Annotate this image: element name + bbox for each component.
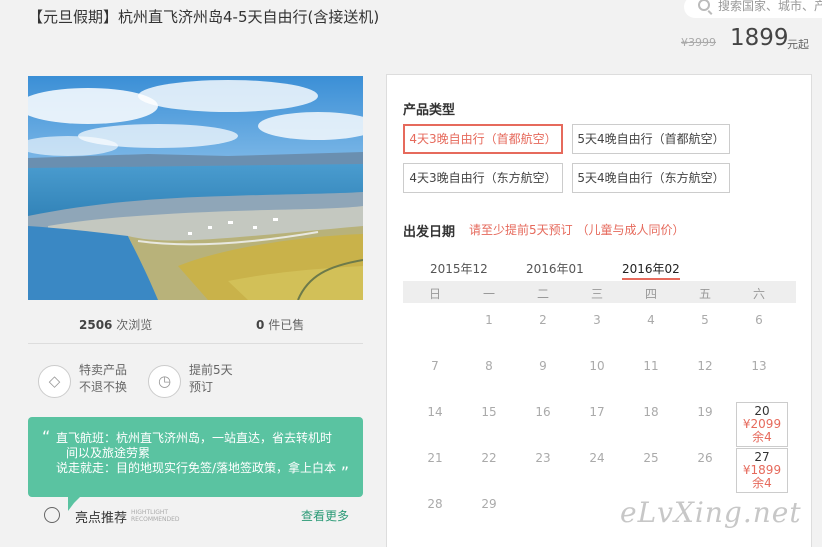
feature-line: 不退不换 xyxy=(79,380,128,394)
weekday-label: 日 xyxy=(428,287,441,301)
highlight-line: 直飞航班：杭州直飞济州岛，一站直达，省去转机时 xyxy=(56,431,333,445)
calendar-day: 24 xyxy=(589,451,605,465)
calendar-day: 26 xyxy=(697,451,713,465)
calendar-day: 19 xyxy=(697,405,713,419)
weekday-label: 六 xyxy=(752,287,765,301)
calendar-day: 29 xyxy=(481,497,497,511)
tab-month-2016-02[interactable]: 2016年02 xyxy=(622,260,680,284)
tag-icon: ◇ xyxy=(38,365,71,398)
highlight-label-en: HIGHTLIGHT RECOMMENDED xyxy=(131,509,180,523)
sold-stat: 0 件已售 xyxy=(256,316,304,333)
product-title: 【元旦假期】杭州直飞济州岛4-5天自由行(含接送机) xyxy=(28,8,380,26)
watermark: eLvXing.net xyxy=(620,496,802,529)
calendar-day: 2 xyxy=(539,313,547,327)
calendar-day: 7 xyxy=(431,359,439,373)
calendar-day: 6 xyxy=(755,313,763,327)
search-placeholder: 搜索国家、城市、产 xyxy=(718,0,822,13)
photo-illustration xyxy=(28,76,363,300)
calendar-day: 15 xyxy=(481,405,497,419)
search-input[interactable]: 搜索国家、城市、产 xyxy=(684,0,822,18)
calendar-day: 1 xyxy=(485,313,493,327)
calendar-day: 23 xyxy=(535,451,551,465)
calendar-day: 4 xyxy=(647,313,655,327)
current-price: 1899 xyxy=(730,25,789,51)
calendar-day: 9 xyxy=(539,359,547,373)
calendar-day: 12 xyxy=(697,359,713,373)
close-quote-icon: ” xyxy=(340,463,349,482)
calendar-day: 16 xyxy=(535,405,551,419)
left-panel: 2506 次浏览 0 件已售 ◇ 特卖产品 不退不换 ◷ 提前5天 预订 “ 直… xyxy=(28,76,363,526)
calendar-day-priced[interactable]: 27 ¥1899 余4 xyxy=(736,448,788,493)
calendar-day: 5 xyxy=(701,313,709,327)
highlight-quote-box: “ 直飞航班：杭州直飞济州岛，一站直达，省去转机时 间以及旅途劳累 说走就走：目… xyxy=(28,417,363,497)
feature-line: 预订 xyxy=(189,380,214,394)
open-quote-icon: “ xyxy=(42,427,51,446)
calendar-day: 18 xyxy=(643,405,659,419)
original-price: ¥3999 xyxy=(681,36,716,49)
calendar-day: 25 xyxy=(643,451,659,465)
views-stat: 2506 次浏览 xyxy=(79,316,152,333)
weekday-label: 二 xyxy=(536,287,549,301)
calendar-day: 22 xyxy=(481,451,497,465)
weekday-label: 三 xyxy=(590,287,603,301)
sold-label: 件已售 xyxy=(268,318,305,332)
calendar-day: 28 xyxy=(427,497,443,511)
clock-icon: ◷ xyxy=(148,365,181,398)
weekday-label: 五 xyxy=(698,287,711,301)
product-photo[interactable] xyxy=(28,76,363,300)
features-bar: ◇ 特卖产品 不退不换 ◷ 提前5天 预订 xyxy=(28,344,363,424)
calendar-day: 8 xyxy=(485,359,493,373)
views-count: 2506 xyxy=(79,318,113,332)
search-icon xyxy=(698,0,710,11)
product-type-title: 产品类型 xyxy=(403,103,456,118)
calendar-day: 3 xyxy=(593,313,601,327)
option-4d3n-eastern-airlines[interactable]: 4天3晚自由行（东方航空） xyxy=(403,163,563,193)
highlight-line: 说走就走：目的地现实行免签/落地签政策，拿上白本 xyxy=(56,461,337,475)
calendar-day: 17 xyxy=(589,405,605,419)
weekday-label: 一 xyxy=(482,287,495,301)
tab-month-2016-01[interactable]: 2016年01 xyxy=(526,260,584,283)
feature-line: 提前5天 xyxy=(189,363,233,377)
booking-notice: 请至少提前5天预订 （儿童与成人同价） xyxy=(469,223,685,237)
highlight-line: 间以及旅途劳累 xyxy=(66,446,151,460)
highlight-bar: 亮点推荐 HIGHTLIGHT RECOMMENDED 查看更多 xyxy=(28,501,363,541)
views-label: 次浏览 xyxy=(116,318,153,332)
stats-bar: 2506 次浏览 0 件已售 xyxy=(28,300,363,344)
calendar-day: 10 xyxy=(589,359,605,373)
calendar-day-priced[interactable]: 20 ¥2099 余4 xyxy=(736,402,788,447)
weekday-header: 日 一 二 三 四 五 六 xyxy=(403,281,796,303)
feature-line: 特卖产品 xyxy=(79,363,128,377)
highlight-label: 亮点推荐 xyxy=(75,511,128,526)
sold-count: 0 xyxy=(256,318,265,332)
price-unit: 元起 xyxy=(787,38,809,51)
booking-panel: 产品类型 4天3晚自由行（首都航空） 5天4晚自由行（首都航空） 4天3晚自由行… xyxy=(386,74,812,547)
weekday-label: 四 xyxy=(644,287,657,301)
view-more-link[interactable]: 查看更多 xyxy=(301,507,349,524)
sun-icon xyxy=(44,507,60,523)
option-5d4n-capital-airlines[interactable]: 5天4晚自由行（首都航空） xyxy=(572,124,730,154)
option-5d4n-eastern-airlines[interactable]: 5天4晚自由行（东方航空） xyxy=(572,163,730,193)
calendar-day: 14 xyxy=(427,405,443,419)
calendar-day: 13 xyxy=(751,359,767,373)
departure-date-title: 出发日期 xyxy=(403,225,456,240)
calendar-day: 21 xyxy=(427,451,443,465)
tab-month-2015-12[interactable]: 2015年12 xyxy=(430,260,488,283)
calendar-day: 11 xyxy=(643,359,659,373)
option-4d3n-capital-airlines[interactable]: 4天3晚自由行（首都航空） xyxy=(403,124,563,154)
